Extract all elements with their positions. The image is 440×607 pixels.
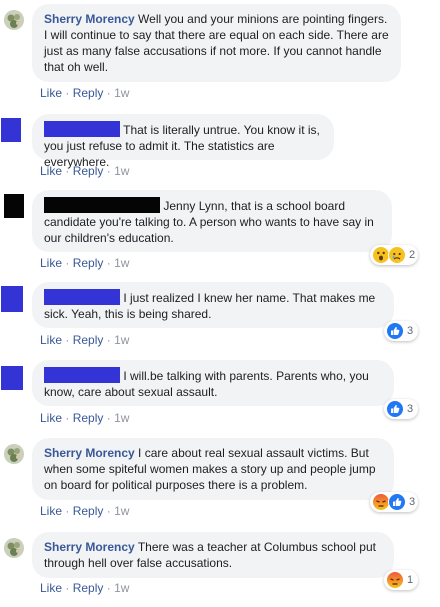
comment-author-link[interactable]: Sherry Morency	[44, 12, 135, 26]
comment: That is literally untrue. You know it is…	[0, 108, 440, 183]
comment-bubble: I will.be talking with parents. Parents …	[32, 360, 394, 406]
comment: Sherry Morency Well you and your minions…	[0, 0, 440, 100]
comment-actions: Like · Reply · 1w	[40, 86, 129, 100]
separator: ·	[106, 581, 111, 595]
comment-bubble: Sherry Morency I care about real sexual …	[32, 438, 394, 500]
reply-link[interactable]: Reply	[73, 86, 104, 100]
like-link[interactable]: Like	[40, 504, 62, 518]
like-link[interactable]: Like	[40, 411, 62, 425]
comment: Jenny Lynn, that is a school board candi…	[0, 186, 440, 270]
separator: ·	[65, 86, 70, 100]
comment-author-link[interactable]: Sherry Morency	[44, 540, 135, 554]
timestamp-link[interactable]: 1w	[114, 411, 129, 425]
comment: I just realized I knew her name. That ma…	[0, 280, 440, 350]
separator: ·	[106, 411, 111, 425]
separator: ·	[65, 164, 70, 178]
comment-bubble: Jenny Lynn, that is a school board candi…	[32, 190, 392, 252]
comment: I will.be talking with parents. Parents …	[0, 358, 440, 428]
like-link[interactable]: Like	[40, 333, 62, 347]
avatar[interactable]	[4, 10, 24, 30]
reactions-summary[interactable]: 2	[370, 245, 418, 265]
comment-actions: Like · Reply · 1w	[40, 504, 129, 518]
comment-actions: Like · Reply · 1w	[40, 256, 129, 270]
reaction-count: 3	[407, 403, 414, 415]
separator: ·	[65, 333, 70, 347]
comment: Sherry Morency I care about real sexual …	[0, 436, 440, 522]
comment-actions: Like · Reply · 1w	[40, 581, 129, 595]
avatar[interactable]	[4, 444, 24, 464]
timestamp-link[interactable]: 1w	[114, 504, 129, 518]
comment-actions: Like · Reply · 1w	[40, 164, 129, 178]
separator: ·	[65, 504, 70, 518]
like-link[interactable]: Like	[40, 86, 62, 100]
avatar[interactable]	[4, 538, 24, 558]
timestamp-link[interactable]: 1w	[114, 581, 129, 595]
comment: Sherry Morency There was a teacher at Co…	[0, 530, 440, 607]
reply-link[interactable]: Reply	[73, 581, 104, 595]
reaction-count: 3	[409, 496, 416, 508]
angry-reaction-icon	[386, 571, 404, 589]
comment-bubble: I just realized I knew her name. That ma…	[32, 282, 394, 328]
reaction-count: 1	[407, 574, 414, 586]
separator: ·	[106, 164, 111, 178]
comment-bubble: That is literally untrue. You know it is…	[32, 114, 334, 169]
comment-author-link[interactable]: Sherry Morency	[44, 446, 135, 460]
like-link[interactable]: Like	[40, 581, 62, 595]
comment-actions: Like · Reply · 1w	[40, 411, 129, 425]
separator: ·	[65, 256, 70, 270]
comment-actions: Like · Reply · 1w	[40, 333, 129, 347]
redacted-author	[44, 367, 120, 383]
reactions-summary[interactable]: 3	[384, 321, 418, 341]
avatar-redacted[interactable]	[1, 286, 23, 312]
comment-bubble: Sherry Morency There was a teacher at Co…	[32, 532, 394, 578]
reaction-count: 3	[407, 325, 414, 337]
reply-link[interactable]: Reply	[73, 333, 104, 347]
separator: ·	[106, 333, 111, 347]
reactions-summary[interactable]: 3	[384, 399, 418, 419]
reactions-summary[interactable]: 1	[384, 570, 418, 590]
redacted-author	[44, 121, 120, 137]
timestamp-link[interactable]: 1w	[114, 333, 129, 347]
reply-link[interactable]: Reply	[73, 504, 104, 518]
timestamp-link[interactable]: 1w	[114, 256, 129, 270]
separator: ·	[65, 581, 70, 595]
reply-link[interactable]: Reply	[73, 256, 104, 270]
sad-reaction-icon	[388, 246, 406, 264]
separator: ·	[106, 86, 111, 100]
reactions-summary[interactable]: 3	[370, 492, 418, 512]
redacted-author	[44, 197, 160, 213]
reply-link[interactable]: Reply	[73, 164, 104, 178]
timestamp-link[interactable]: 1w	[114, 86, 129, 100]
avatar-redacted[interactable]	[1, 366, 23, 390]
like-reaction-icon	[386, 400, 404, 418]
separator: ·	[106, 256, 111, 270]
like-reaction-icon	[386, 322, 404, 340]
separator: ·	[106, 504, 111, 518]
avatar-redacted[interactable]	[4, 194, 24, 218]
reply-link[interactable]: Reply	[73, 411, 104, 425]
like-reaction-icon	[388, 493, 406, 511]
separator: ·	[65, 411, 70, 425]
reaction-count: 2	[409, 249, 416, 261]
like-link[interactable]: Like	[40, 164, 62, 178]
like-link[interactable]: Like	[40, 256, 62, 270]
timestamp-link[interactable]: 1w	[114, 164, 129, 178]
comment-bubble: Sherry Morency Well you and your minions…	[32, 4, 401, 82]
redacted-author	[44, 289, 120, 305]
avatar-redacted[interactable]	[1, 118, 21, 142]
